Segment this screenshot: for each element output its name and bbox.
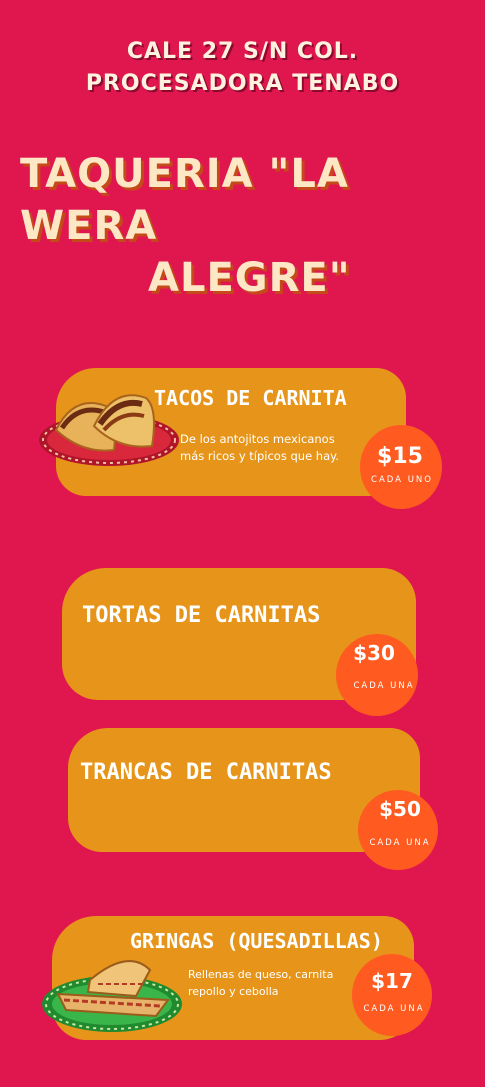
description-line-1: De los antojitos mexicanos: [180, 432, 335, 446]
item-price: $15: [377, 444, 423, 469]
description-line-2: repollo y cebolla: [188, 985, 279, 998]
address-line-1: CALE 27 S/N COL.: [126, 39, 359, 64]
title-line-1: TAQUERIA "LA WERA: [20, 151, 349, 249]
item-name: TRANCAS DE CARNITAS: [80, 760, 332, 785]
item-unit: CADA UNO: [371, 475, 433, 485]
item-name: TORTAS DE CARNITAS: [82, 603, 321, 628]
quesadilla-plate-icon: [42, 960, 182, 1032]
price-badge: [352, 954, 432, 1036]
restaurant-title: TAQUERIA "LA WERA ALEGRE": [20, 148, 470, 304]
item-unit: CADA UNA: [369, 838, 431, 848]
item-unit: CADA UNA: [363, 1004, 425, 1014]
description-line-2: más ricos y típicos que hay.: [180, 449, 339, 463]
description-line-1: Rellenas de queso, carnita: [188, 968, 334, 981]
item-price: $30: [353, 641, 395, 665]
title-line-2: ALEGRE": [148, 255, 351, 301]
address-line-2: PROCESADORA TENABO: [85, 71, 400, 96]
item-name: TACOS DE CARNITA: [154, 386, 347, 410]
item-description: Rellenas de queso, carnita repollo y ceb…: [188, 966, 333, 1000]
item-price: $50: [379, 797, 421, 821]
item-unit: CADA UNA: [353, 681, 415, 691]
item-price: $17: [371, 969, 413, 993]
address: CALE 27 S/N COL. PROCESADORA TENABO: [0, 36, 485, 100]
item-description: De los antojitos mexicanos más ricos y t…: [180, 431, 339, 465]
menu-page: CALE 27 S/N COL. PROCESADORA TENABO TAQU…: [0, 0, 485, 1087]
